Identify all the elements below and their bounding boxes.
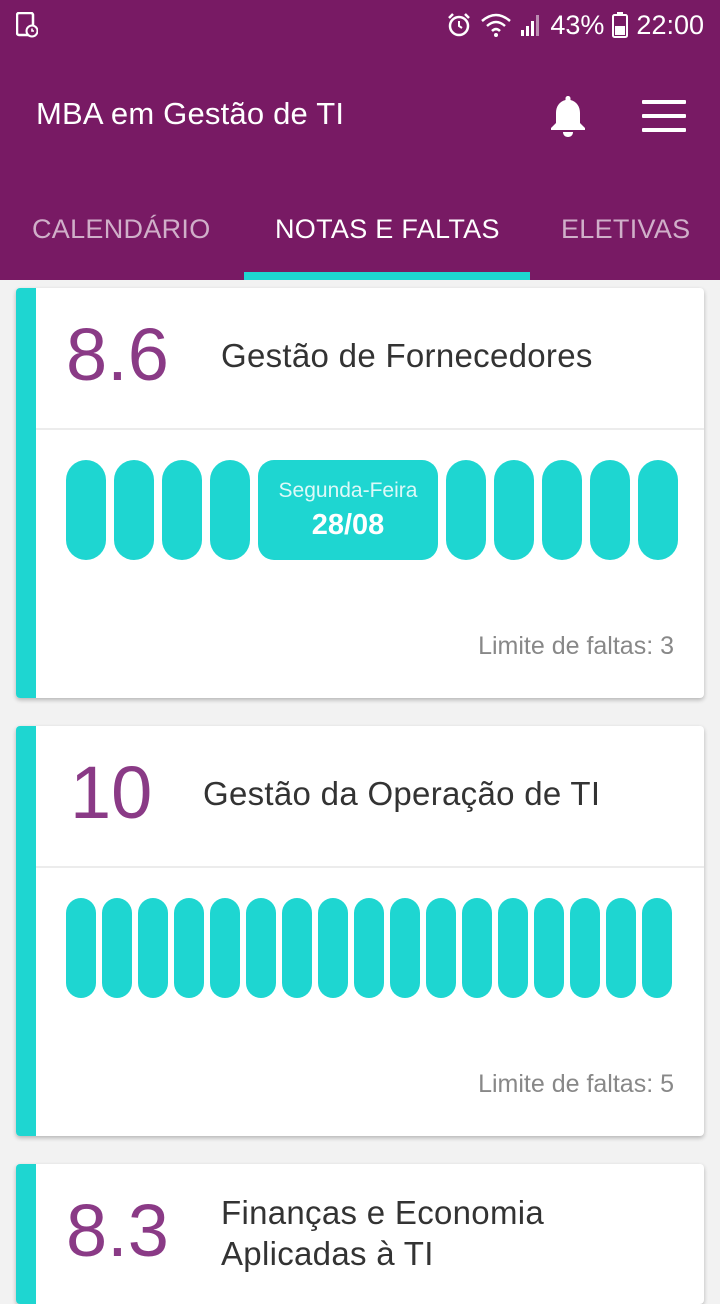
course-title-line: Finanças e Economia xyxy=(221,1194,545,1231)
active-tab-indicator xyxy=(244,272,530,280)
course-title: Finanças e Economia Aplicadas à TI xyxy=(221,1192,544,1274)
attendance-pill[interactable] xyxy=(66,898,96,998)
page-title: MBA em Gestão de TI xyxy=(36,96,345,131)
attendance-pill[interactable] xyxy=(570,898,600,998)
attendance-pill[interactable] xyxy=(114,460,154,560)
attendance-pill[interactable] xyxy=(354,898,384,998)
app-bar: 43% 22:00 MBA em Gestão de TI CALENDÁRIO… xyxy=(0,0,720,280)
attendance-pill[interactable] xyxy=(210,460,250,560)
course-title: Gestão de Fornecedores xyxy=(221,337,593,374)
battery-percent: 43% xyxy=(550,9,605,40)
status-right: 43% 22:00 xyxy=(446,8,704,42)
hamburger-menu-icon[interactable] xyxy=(642,100,686,134)
attendance-pill[interactable] xyxy=(606,898,636,998)
grade-value: 10 xyxy=(70,751,153,834)
attendance-strip: Segunda-Feira 28/08 xyxy=(66,460,678,560)
card-accent-stripe xyxy=(16,726,36,1136)
attendance-pill[interactable] xyxy=(390,898,420,998)
attendance-pill[interactable] xyxy=(282,898,312,998)
attendance-pill[interactable] xyxy=(210,898,240,998)
signal-icon xyxy=(521,15,540,36)
tab-calendario[interactable]: CALENDÁRIO xyxy=(32,214,211,245)
attendance-pill[interactable] xyxy=(138,898,168,998)
attendance-pill[interactable] xyxy=(446,460,486,560)
attendance-pill[interactable] xyxy=(426,898,456,998)
attendance-pill[interactable] xyxy=(102,898,132,998)
clock: 22:00 xyxy=(636,9,704,40)
attendance-pill[interactable] xyxy=(162,460,202,560)
selected-day: Segunda-Feira xyxy=(278,478,418,502)
attendance-pill[interactable] xyxy=(494,460,534,560)
attendance-pill[interactable] xyxy=(638,460,678,560)
notification-bell-icon[interactable] xyxy=(548,94,588,138)
attendance-pill[interactable] xyxy=(66,460,106,560)
course-card[interactable]: 10 Gestão da Operação de TI Limite de fa… xyxy=(16,726,704,1136)
attendance-pill[interactable] xyxy=(542,460,582,560)
absence-limit: Limite de faltas: 3 xyxy=(478,632,674,660)
attendance-strip xyxy=(66,898,672,998)
wifi-icon xyxy=(481,13,512,37)
attendance-pill[interactable] xyxy=(642,898,672,998)
course-title-line: Aplicadas à TI xyxy=(221,1235,434,1272)
card-divider xyxy=(36,866,704,868)
tab-bar: CALENDÁRIO NOTAS E FALTAS ELETIVAS xyxy=(0,198,720,280)
absence-limit: Limite de faltas: 5 xyxy=(478,1070,674,1098)
course-card[interactable]: 8.6 Gestão de Fornecedores Segunda-Feira… xyxy=(16,288,704,698)
tab-notas-e-faltas[interactable]: NOTAS E FALTAS xyxy=(275,214,500,245)
course-title: Gestão da Operação de TI xyxy=(203,775,601,812)
card-divider xyxy=(36,428,704,430)
attendance-pill[interactable] xyxy=(534,898,564,998)
battery-icon xyxy=(612,12,629,38)
attendance-pill[interactable] xyxy=(318,898,348,998)
attendance-pill[interactable] xyxy=(246,898,276,998)
grade-value: 8.3 xyxy=(66,1189,169,1272)
alarm-icon xyxy=(448,13,471,37)
attendance-pill[interactable] xyxy=(462,898,492,998)
selected-date: 28/08 xyxy=(311,508,385,541)
screen-time-icon xyxy=(16,12,38,38)
attendance-pill[interactable] xyxy=(590,460,630,560)
attendance-pill[interactable] xyxy=(174,898,204,998)
status-bar: 43% 22:00 xyxy=(0,0,720,50)
card-accent-stripe xyxy=(16,288,36,698)
course-card[interactable]: 8.3 Finanças e Economia Aplicadas à TI xyxy=(16,1164,704,1304)
grade-value: 8.6 xyxy=(66,313,169,396)
tab-eletivas[interactable]: ELETIVAS xyxy=(561,214,690,245)
attendance-pill[interactable] xyxy=(498,898,528,998)
card-accent-stripe xyxy=(16,1164,36,1304)
attendance-pill-selected[interactable]: Segunda-Feira 28/08 xyxy=(258,460,438,560)
